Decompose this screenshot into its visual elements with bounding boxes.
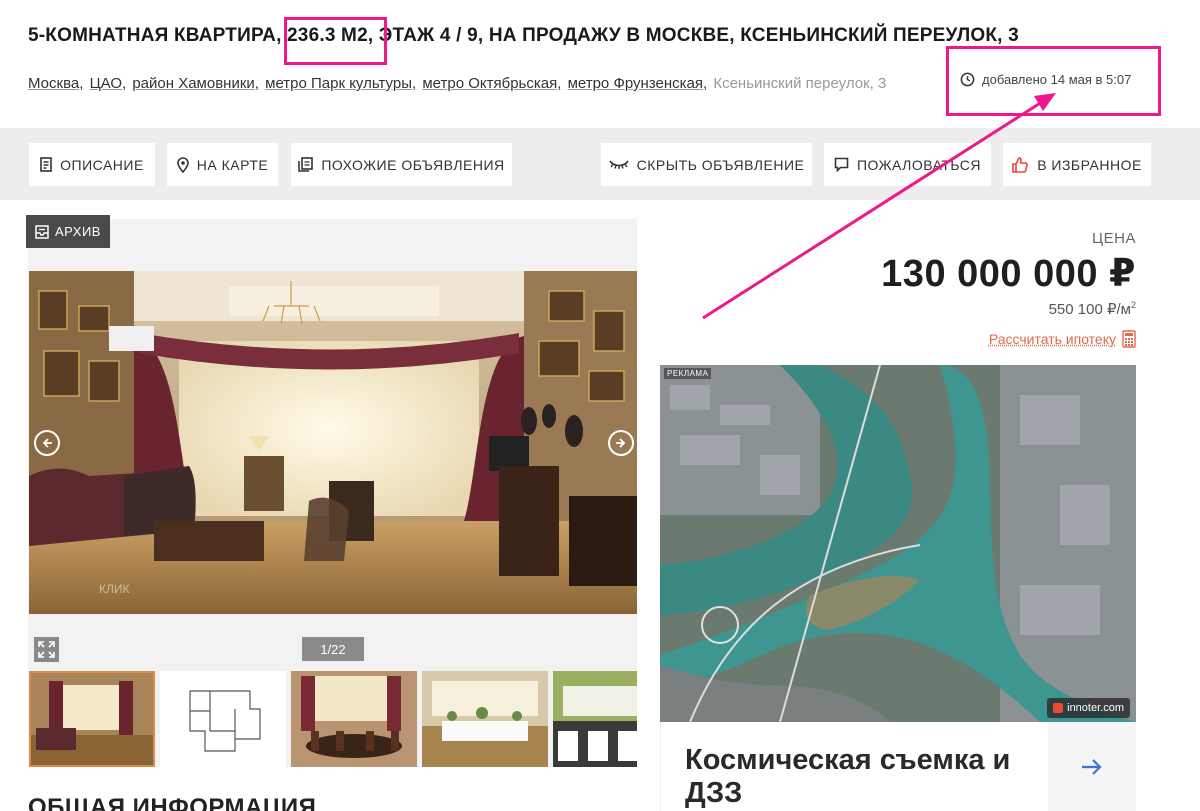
fullscreen-button[interactable] — [34, 637, 59, 662]
comment-icon — [834, 157, 849, 172]
thumbnail-3[interactable] — [291, 671, 417, 767]
price-value: 130 000 000 ₽ — [881, 251, 1136, 296]
action-toolbar: ОПИСАНИЕ НА КАРТЕ ПОХОЖИЕ ОБЪЯВЛЕНИЯ СКР… — [0, 128, 1200, 200]
map-pin-icon — [177, 157, 189, 173]
address-link-district[interactable]: ЦАО, — [90, 75, 127, 92]
svg-text:КЛИК: КЛИК — [99, 582, 129, 596]
price-per-sqm: 550 100 ₽/м2 — [1049, 300, 1136, 318]
address-street: Ксеньинский переулок, 3 — [713, 75, 886, 92]
address-link-metro-okt[interactable]: метро Октябрьская, — [422, 75, 561, 92]
listing-title: 5-КОМНАТНАЯ КВАРТИРА, 236.3 М2, ЭТАЖ 4 /… — [28, 25, 1019, 47]
address-link-metro-frunz[interactable]: метро Фрунзенская, — [568, 75, 708, 92]
ad-banner[interactable]: РЕКЛАМА innoter.com Космическая съемка и… — [660, 365, 1136, 811]
similar-button[interactable]: ПОХОЖИЕ ОБЪЯВЛЕНИЯ — [291, 143, 512, 186]
main-photo[interactable]: КЛИК — [29, 271, 637, 614]
highlight-date — [946, 46, 1161, 116]
archive-icon — [35, 225, 49, 239]
description-button[interactable]: ОПИСАНИЕ — [29, 143, 155, 186]
on-map-button[interactable]: НА КАРТЕ — [167, 143, 278, 186]
arrow-right-icon — [1081, 758, 1103, 776]
ad-arrow-button[interactable] — [1048, 722, 1136, 811]
copy-icon — [298, 157, 313, 172]
address-link-city[interactable]: Москва, — [28, 75, 83, 92]
photo-counter: 1/22 — [302, 637, 364, 661]
address-link-metro-park[interactable]: метро Парк культуры, — [265, 75, 416, 92]
calculator-icon — [1122, 330, 1136, 348]
thumbnail-2[interactable] — [160, 671, 286, 767]
arrow-left-icon — [41, 437, 53, 449]
ad-label: РЕКЛАМА — [664, 368, 711, 379]
satellite-photo — [660, 365, 1136, 722]
thumbnail-strip — [29, 671, 637, 767]
thumbnail-4[interactable] — [422, 671, 548, 767]
mortgage-link[interactable]: Рассчитать ипотеку — [989, 330, 1136, 348]
ad-brand: innoter.com — [1047, 698, 1130, 718]
arrow-right-icon — [615, 437, 627, 449]
brand-logo-icon — [1053, 703, 1063, 713]
favorite-button[interactable]: В ИЗБРАННОЕ — [1003, 143, 1151, 186]
address-breadcrumb: Москва, ЦАО, район Хамовники, метро Парк… — [28, 74, 908, 93]
thumbs-up-icon — [1012, 157, 1029, 173]
price-label: ЦЕНА — [1092, 230, 1136, 247]
prev-photo-button[interactable] — [34, 430, 60, 456]
highlight-area — [284, 17, 387, 65]
next-photo-button[interactable] — [608, 430, 634, 456]
expand-icon — [38, 641, 55, 658]
ad-image: РЕКЛАМА innoter.com — [660, 365, 1136, 722]
general-info-heading: ОБЩАЯ ИНФОРМАЦИЯ — [28, 794, 316, 811]
complain-button[interactable]: ПОЖАЛОВАТЬСЯ — [824, 143, 991, 186]
eye-closed-icon — [609, 159, 629, 171]
hide-button[interactable]: СКРЫТЬ ОБЪЯВЛЕНИЕ — [601, 143, 812, 186]
ad-headline: Космическая съемка и ДЗЗ — [660, 722, 1048, 811]
document-icon — [40, 157, 52, 172]
address-link-area[interactable]: район Хамовники, — [132, 75, 259, 92]
thumbnail-1[interactable] — [29, 671, 155, 767]
living-room-photo: КЛИК — [29, 271, 637, 614]
archive-badge: АРХИВ — [26, 215, 110, 248]
thumbnail-5[interactable] — [553, 671, 637, 767]
